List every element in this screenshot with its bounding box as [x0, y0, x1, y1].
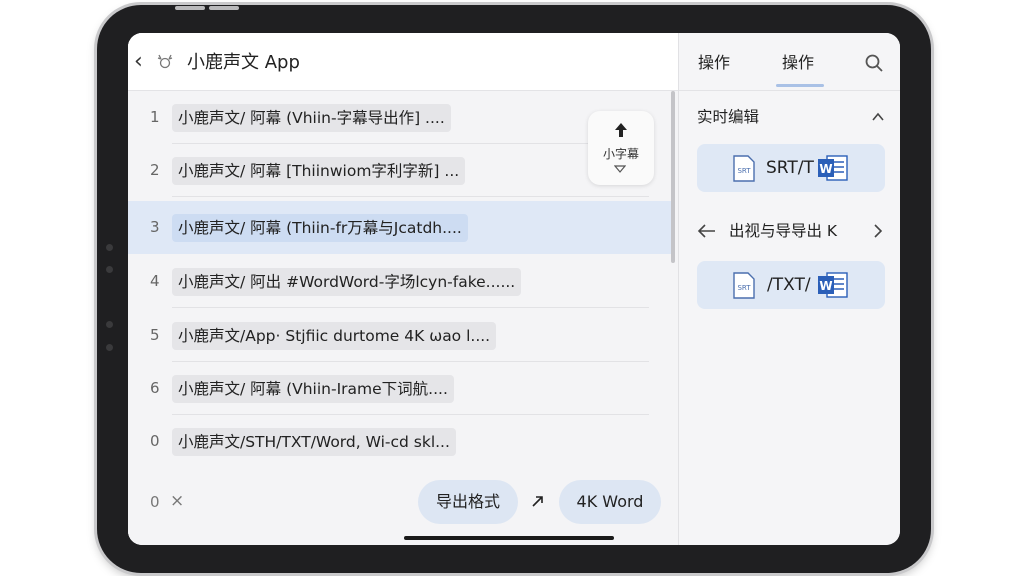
bottom-toolbar: 0 × 导出格式 4K Word — [128, 471, 678, 545]
txt-word-export-card[interactable]: SRT /TXT/ W — [697, 261, 885, 309]
row-number: 6 — [150, 379, 160, 397]
nav-label: 出视与导导出 K — [729, 222, 838, 240]
floating-label: 小字幕 — [602, 147, 639, 161]
chevron-right-icon[interactable] — [873, 224, 883, 238]
operations-panel: 操作 操作 实时编辑 SRT SRT/T W 出视与导导出 K SRT /TXT… — [678, 33, 900, 545]
list-item-selected[interactable]: 3 小鹿声文/ 阿幕 (Thiin-fr万幕与Jcatdh.... — [128, 201, 673, 254]
app-header: ‹ 小鹿声文 App — [128, 33, 678, 91]
app-title: 小鹿声文 App — [187, 52, 300, 73]
row-text: 小鹿声文/ 阿幕 (Thiin-fr万幕与Jcatdh.... — [172, 214, 468, 242]
chevron-down-icon — [614, 165, 626, 173]
srt-word-export-card[interactable]: SRT SRT/T W — [697, 144, 885, 192]
home-indicator[interactable] — [404, 536, 614, 540]
srt-file-icon: SRT — [733, 155, 755, 182]
row-text: 小鹿声文/STH/TXT/Word, Wi-cd skl... — [172, 428, 456, 456]
row-number: 3 — [150, 218, 160, 236]
selection-count: 0 — [150, 493, 160, 511]
card-text: /TXT/ — [767, 275, 811, 295]
deer-logo-icon — [157, 54, 173, 69]
divider — [172, 307, 649, 308]
arrow-diagonal-icon — [532, 496, 543, 507]
screen: ‹ 小鹿声文 App 1 小鹿声文/ 阿幕 (Vhiin-字幕导出作] ....… — [128, 33, 900, 545]
arrow-up-icon — [615, 123, 627, 137]
subtitle-list-pane: ‹ 小鹿声文 App 1 小鹿声文/ 阿幕 (Vhiin-字幕导出作] ....… — [128, 33, 678, 545]
back-chevron-icon[interactable]: ‹ — [134, 49, 154, 75]
side-sensor — [106, 244, 113, 251]
side-sensor — [106, 321, 113, 328]
export-format-button[interactable]: 导出格式 — [418, 480, 518, 524]
divider — [679, 90, 900, 91]
side-sensor — [106, 266, 113, 273]
4k-word-button[interactable]: 4K Word — [559, 480, 661, 524]
export-navigation-row[interactable]: 出视与导导出 K — [697, 219, 887, 243]
floating-subtitle-button[interactable]: 小字幕 — [588, 111, 654, 185]
tab-operations-active[interactable]: 操作 — [782, 51, 814, 75]
row-text: 小鹿声文/ 阿出 #WordWord-字场lcyn-fake...... — [172, 268, 522, 296]
row-text: 小鹿声文/ 阿幕 [Thiinwiom字利字新] ... — [172, 157, 466, 185]
word-icon: W — [818, 272, 848, 298]
chevron-up-icon[interactable] — [871, 112, 885, 122]
row-number: 2 — [150, 161, 160, 179]
row-number: 1 — [150, 108, 160, 126]
active-tab-indicator — [776, 84, 824, 87]
volume-button — [175, 6, 205, 10]
row-text: 小鹿声文/ 阿幕 (Vhiin-字幕导出作] .... — [172, 104, 451, 132]
row-number: 4 — [150, 272, 160, 290]
section-title-live-edit: 实时编辑 — [697, 108, 760, 126]
card-text: SRT/T — [766, 158, 814, 178]
word-icon-text: W — [819, 162, 832, 176]
word-icon-text: W — [819, 279, 832, 293]
list-item[interactable]: 5 小鹿声文/App· Stjfiic durtome 4K ωao l.... — [128, 309, 673, 362]
word-icon: W — [818, 155, 848, 181]
list-item[interactable]: 0 小鹿声文/STH/TXT/Word, Wi-cd skl... — [128, 415, 673, 468]
list-item[interactable]: 4 小鹿声文/ 阿出 #WordWord-字场lcyn-fake...... — [128, 255, 673, 308]
side-sensor — [106, 344, 113, 351]
row-number: 5 — [150, 326, 160, 344]
row-text: 小鹿声文/ 阿幕 (Vhiin-Irame下词航.... — [172, 375, 454, 403]
srt-icon-text: SRT — [737, 284, 751, 292]
list-item[interactable]: 6 小鹿声文/ 阿幕 (Vhiin-Irame下词航.... — [128, 362, 673, 415]
scrollbar[interactable] — [671, 91, 675, 263]
divider — [172, 196, 649, 197]
row-number: 0 — [150, 432, 160, 450]
close-icon[interactable]: × — [170, 491, 184, 511]
srt-icon-text: SRT — [737, 167, 751, 175]
volume-button — [209, 6, 239, 10]
arrow-left-icon[interactable] — [697, 223, 717, 239]
tab-operations[interactable]: 操作 — [698, 51, 730, 75]
row-text: 小鹿声文/App· Stjfiic durtome 4K ωao l.... — [172, 322, 497, 350]
search-icon[interactable] — [864, 53, 884, 73]
srt-file-icon: SRT — [733, 272, 755, 299]
